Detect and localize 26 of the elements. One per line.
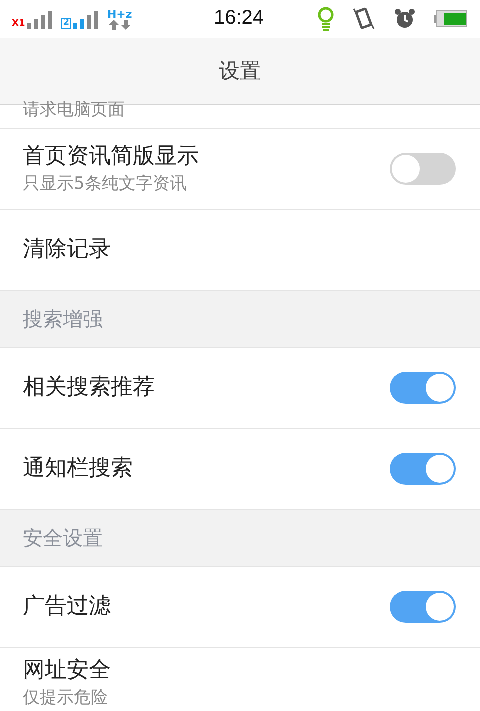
data-arrows-icon <box>108 20 131 30</box>
sim-label: X1 <box>12 20 26 29</box>
network-label: H+z <box>107 8 132 20</box>
setting-label: 相关搜索推荐 <box>23 374 156 402</box>
toggle-switch[interactable] <box>390 372 456 404</box>
toggle-switch[interactable] <box>390 453 456 485</box>
alarm-icon <box>394 8 416 30</box>
setting-description: 请求电脑页面 <box>23 101 126 119</box>
lightbulb-icon <box>318 7 334 31</box>
setting-description: 只显示5条纯文字资讯 <box>23 173 188 196</box>
section-header: 安全设置 <box>23 524 104 552</box>
setting-label: 首页资讯简版显示 <box>23 143 200 171</box>
battery-icon <box>434 10 468 28</box>
page-title: 设置 <box>219 58 261 85</box>
vibrate-icon <box>352 7 376 31</box>
section-header: 搜索增强 <box>23 306 104 332</box>
setting-label: 通知栏搜索 <box>23 455 134 483</box>
signal-icon <box>73 9 100 29</box>
setting-description: 仅提示危险 <box>23 687 109 710</box>
setting-label: 网址安全 <box>23 657 112 685</box>
toggle-switch[interactable] <box>390 591 456 623</box>
toggle-switch[interactable] <box>390 153 456 185</box>
signal-icon <box>27 9 54 29</box>
setting-label: 广告过滤 <box>23 593 112 621</box>
clock-time: 16:24 <box>214 7 264 30</box>
setting-label: 清除记录 <box>23 236 112 264</box>
